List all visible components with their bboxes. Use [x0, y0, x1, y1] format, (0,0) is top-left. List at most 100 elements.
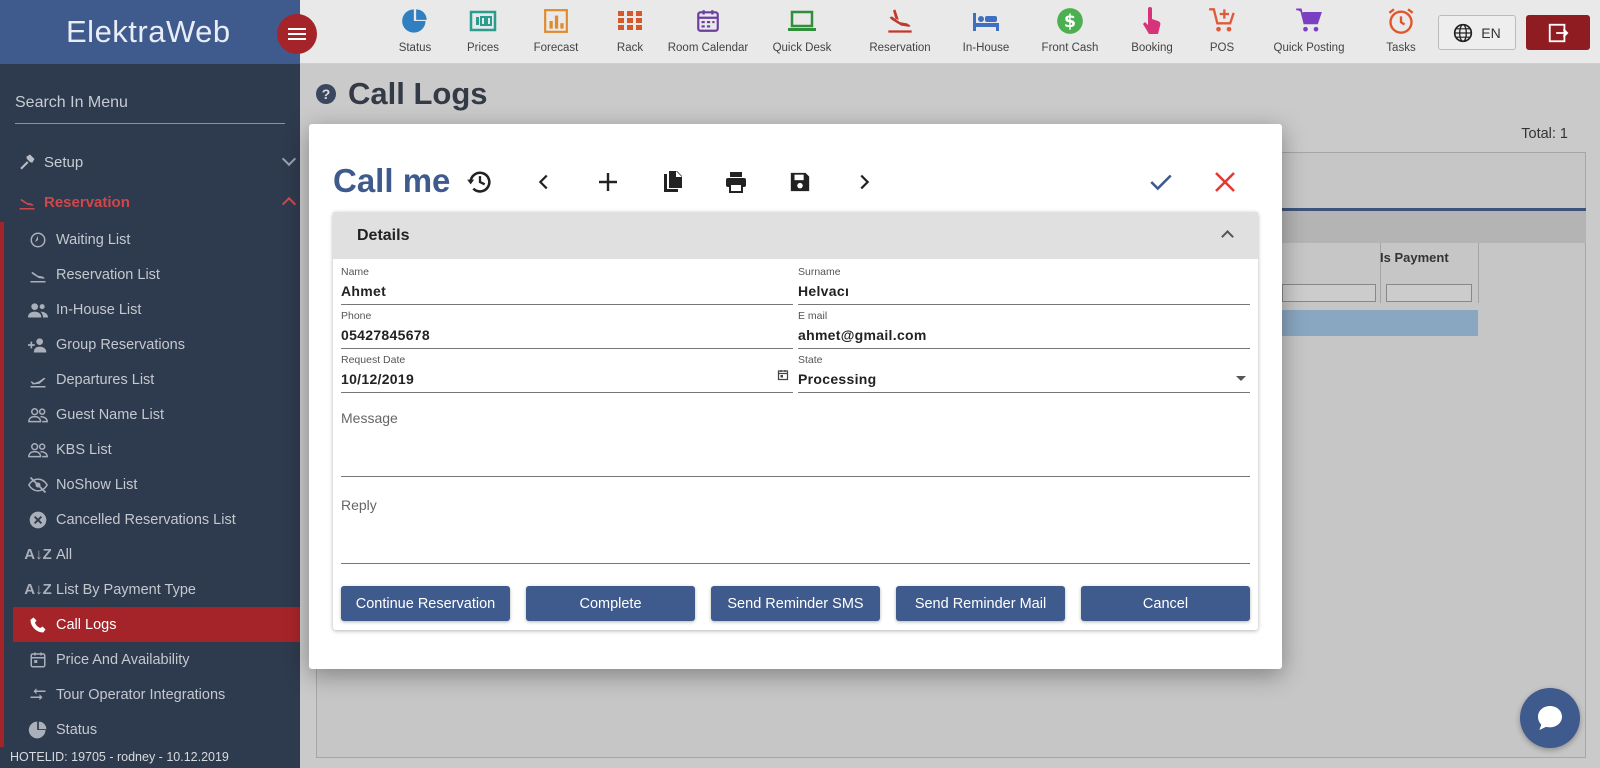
sidebar-item-call-logs[interactable]: Call Logs — [13, 607, 300, 642]
clock-icon — [28, 230, 48, 250]
copy-record-button[interactable] — [656, 166, 688, 198]
surname-value[interactable]: Helvacı — [798, 283, 1250, 299]
logout-button[interactable] — [1526, 15, 1590, 50]
sidebar-item-guest-name-list[interactable]: Guest Name List — [4, 397, 300, 432]
print-button[interactable] — [720, 166, 752, 198]
toolbar-quick-posting[interactable]: Quick Posting — [1250, 6, 1368, 54]
toolbar-label: Quick Desk — [772, 42, 832, 54]
toolbar-forecast[interactable]: Forecast — [516, 6, 596, 54]
brand-name: ElektraWeb — [66, 14, 231, 49]
complete-button[interactable]: Complete — [526, 586, 695, 621]
chevron-up-icon[interactable] — [1221, 230, 1234, 243]
email-value[interactable]: ahmet@gmail.com — [798, 327, 1250, 343]
request-date-field[interactable]: Request Date 10/12/2019 — [341, 354, 793, 393]
send-reminder-mail-button[interactable]: Send Reminder Mail — [896, 586, 1065, 621]
previous-record-button[interactable] — [528, 166, 560, 198]
history-button[interactable] — [464, 166, 496, 198]
continue-reservation-button[interactable]: Continue Reservation — [341, 586, 510, 621]
sidebar-item-reservation-list[interactable]: Reservation List — [4, 257, 300, 292]
sidebar-item-label: Reservation List — [56, 266, 160, 283]
people-icon — [28, 300, 48, 320]
toolbar-prices[interactable]: Prices — [443, 6, 523, 54]
request-date-label: Request Date — [341, 354, 406, 366]
sidebar-section-setup[interactable]: Setup — [0, 142, 300, 182]
state-select[interactable]: State Processing — [798, 354, 1250, 393]
phone-value[interactable]: 05427845678 — [341, 327, 793, 343]
chat-button[interactable] — [1520, 688, 1580, 748]
sidebar-item-cancelled-reservations[interactable]: Cancelled Reservations List — [4, 502, 300, 537]
add-record-button[interactable] — [592, 166, 624, 198]
sidebar-item-tour-operator-integrations[interactable]: Tour Operator Integrations — [4, 677, 300, 712]
alarm-icon — [1361, 6, 1441, 36]
sidebar-item-departures-list[interactable]: Departures List — [4, 362, 300, 397]
sidebar-item-label: Cancelled Reservations List — [56, 511, 236, 528]
chevron-left-icon — [533, 171, 555, 193]
history-icon — [466, 168, 494, 196]
toolbar-label: Forecast — [533, 42, 579, 54]
dialog-title: Call me — [333, 162, 451, 199]
sidebar-item-kbs-list[interactable]: KBS List — [4, 432, 300, 467]
language-selector[interactable]: EN — [1438, 15, 1516, 50]
message-textarea[interactable]: Message — [341, 410, 1250, 477]
save-button[interactable] — [784, 166, 816, 198]
cancel-button[interactable]: Cancel — [1081, 586, 1250, 621]
caret-down-icon[interactable] — [1236, 376, 1246, 381]
close-dialog-button[interactable] — [1209, 166, 1241, 198]
confirm-button[interactable] — [1145, 166, 1177, 198]
sidebar-item-label: In-House List — [56, 301, 142, 318]
hamburger-icon — [288, 33, 306, 35]
sidebar-item-label: NoShow List — [56, 476, 138, 493]
sidebar-item-label: Tour Operator Integrations — [56, 686, 226, 703]
email-field[interactable]: E mail ahmet@gmail.com — [798, 310, 1250, 349]
sidebar-item-label: Waiting List — [56, 231, 131, 248]
next-record-button[interactable] — [848, 166, 880, 198]
top-toolbar: Status Prices Forecast Rack Room Calenda… — [300, 0, 1600, 64]
toolbar-front-cash[interactable]: $ Front Cash — [1030, 6, 1110, 54]
menu-search-input[interactable]: Search In Menu — [15, 94, 285, 124]
sidebar-section-label: Reservation — [44, 193, 130, 211]
sidebar-item-label: Call Logs — [56, 616, 117, 633]
plane-landing-icon — [16, 191, 38, 213]
sidebar-item-status[interactable]: Status — [4, 712, 300, 747]
chevron-down-icon — [281, 151, 297, 167]
toolbar-booking[interactable]: Booking — [1112, 6, 1192, 54]
sidebar-item-label: Price And Availability — [56, 651, 190, 668]
phone-field[interactable]: Phone 05427845678 — [341, 310, 793, 349]
send-reminder-sms-button[interactable]: Send Reminder SMS — [711, 586, 880, 621]
language-code: EN — [1481, 24, 1501, 41]
sidebar-item-group-reservations[interactable]: Group Reservations — [4, 327, 300, 362]
brand-logo: ElektraWeb — [0, 0, 300, 64]
plane-takeoff-icon — [28, 370, 48, 390]
surname-field[interactable]: Surname Helvacı — [798, 266, 1250, 305]
toolbar-in-house[interactable]: In-House — [946, 6, 1026, 54]
hamburger-menu-button[interactable] — [277, 14, 317, 54]
toolbar-room-calendar[interactable]: Room Calendar — [658, 6, 758, 54]
request-date-value[interactable]: 10/12/2019 — [341, 371, 793, 387]
sidebar-section-reservation[interactable]: Reservation — [0, 182, 300, 222]
sort-az-icon: A↓Z — [24, 581, 52, 598]
reservation-submenu: Waiting List Reservation List In-House L… — [0, 222, 300, 747]
state-label: State — [798, 354, 823, 366]
details-section-header[interactable]: Details — [333, 212, 1258, 259]
reply-textarea[interactable]: Reply — [341, 497, 1250, 564]
laptop-icon — [762, 6, 842, 36]
calendar-icon[interactable] — [777, 368, 789, 386]
sidebar-item-in-house-list[interactable]: In-House List — [4, 292, 300, 327]
toolbar-quick-desk[interactable]: Quick Desk — [762, 6, 842, 54]
sidebar-item-price-and-availability[interactable]: Price And Availability — [4, 642, 300, 677]
sidebar-item-noshow-list[interactable]: NoShow List — [4, 467, 300, 502]
bar-chart-icon — [516, 6, 596, 36]
sidebar-item-waiting-list[interactable]: Waiting List — [4, 222, 300, 257]
hotel-info: HOTELID: 19705 - rodney - 10.12.2019 — [10, 750, 229, 764]
phone-label: Phone — [341, 310, 372, 322]
name-field[interactable]: Name Ahmet — [341, 266, 793, 305]
sidebar-item-list-by-payment-type[interactable]: A↓Z List By Payment Type — [4, 572, 300, 607]
calendar-icon — [28, 650, 48, 670]
state-value[interactable]: Processing — [798, 371, 1250, 387]
toolbar-tasks[interactable]: Tasks — [1361, 6, 1441, 54]
toolbar-reservation[interactable]: Reservation — [860, 6, 940, 54]
save-icon — [789, 171, 811, 193]
name-value[interactable]: Ahmet — [341, 283, 793, 299]
sidebar-item-all[interactable]: A↓Z All — [4, 537, 300, 572]
price-tag-icon — [443, 6, 523, 36]
